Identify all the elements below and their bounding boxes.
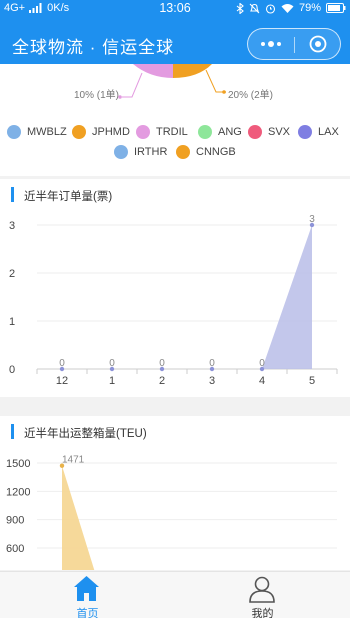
close-miniprogram-button[interactable] — [295, 29, 341, 59]
pie-slice-trdil — [133, 64, 173, 78]
legend-swatch — [136, 125, 150, 139]
orders-area-chart: 01230 0 0 0 0312 1 2 3 4 5 — [9, 214, 338, 387]
data-label: 1471 — [62, 455, 85, 466]
more-dot-icon — [261, 42, 265, 46]
x-tick-label: 5 — [309, 375, 315, 387]
data-label: 0 — [159, 358, 165, 369]
legend-swatch — [114, 145, 128, 159]
legend-item[interactable]: SVX — [248, 125, 290, 139]
data-label: 0 — [209, 358, 215, 369]
legend-swatch — [198, 125, 212, 139]
legend-swatch — [298, 125, 312, 139]
legend-item[interactable]: JPHMD — [72, 125, 130, 139]
pie-chart — [118, 64, 226, 99]
home-icon — [74, 576, 99, 601]
legend-label: CNNGB — [196, 146, 236, 158]
teu-chart-card: 近半年出运整箱量(TEU) 600 900 1200 1500 1471 — [0, 416, 350, 570]
legend-swatch — [176, 145, 190, 159]
y-tick-label: 600 — [6, 543, 24, 555]
pie-label-cnngb: 20% (2单) — [228, 90, 274, 101]
user-icon — [249, 576, 275, 603]
legend-item[interactable]: LAX — [298, 125, 339, 139]
wifi-icon — [281, 4, 294, 13]
data-label: 0 — [59, 358, 65, 369]
miniprogram-capsule — [247, 28, 341, 60]
page-title: 全球物流 · 信运全球 — [12, 38, 175, 57]
orders-chart-card: 近半年订单量(票) 0 1 2 3 0 0 0 0 0 3 12 1 2 3 4 5 — [0, 179, 350, 397]
legend-item[interactable]: CNNGB — [176, 145, 236, 159]
tab-mine[interactable]: 我的 — [175, 572, 350, 618]
tab-home[interactable]: 首页 — [0, 572, 175, 618]
y-tick-label: 1200 — [6, 486, 30, 498]
legend-label: LAX — [318, 126, 339, 138]
x-tick-label: 4 — [259, 375, 265, 387]
mute-bell-icon — [249, 3, 260, 13]
bluetooth-icon — [236, 2, 244, 14]
nav-bar: 全球物流 · 信运全球 — [0, 24, 350, 64]
status-bar: 4G+ 0K/s 13:06 79% — [0, 0, 350, 18]
legend-label: TRDIL — [156, 126, 188, 138]
alarm-icon — [265, 3, 276, 14]
x-tick-label: 12 — [56, 375, 68, 387]
legend-label: JPHMD — [92, 126, 130, 138]
legend-swatch — [72, 125, 86, 139]
data-label: 3 — [309, 214, 315, 225]
section-accent-bar — [11, 424, 14, 439]
y-tick-label: 1500 — [6, 458, 30, 470]
x-tick-label: 1 — [109, 375, 115, 387]
y-tick-label: 0 — [9, 364, 15, 376]
pie-label-line-trdil — [122, 72, 143, 98]
y-tick-label: 900 — [6, 515, 24, 527]
pie-label-line-cnngb — [205, 69, 226, 93]
legend-label: SVX — [268, 126, 291, 138]
pie-label-dot — [222, 90, 226, 94]
legend-label: MWBLZ — [27, 126, 67, 138]
y-tick-label: 1 — [9, 316, 15, 328]
legend-item[interactable]: ANG — [198, 125, 242, 139]
tab-home-label: 首页 — [76, 608, 99, 618]
pie-chart-card: 10% (1单) 20% (2单) MWBLZ JPHMD TRDIL ANG … — [0, 64, 350, 176]
section-title: 近半年出运整箱量(TEU) — [24, 428, 147, 440]
more-dot-icon — [277, 42, 281, 46]
legend-label: IRTHR — [134, 146, 168, 158]
data-label: 0 — [259, 358, 265, 369]
y-tick-label: 3 — [9, 220, 15, 232]
more-button[interactable] — [248, 29, 294, 59]
y-tick-label: 2 — [9, 268, 15, 280]
legend-swatch — [7, 125, 21, 139]
tab-mine-label: 我的 — [251, 608, 274, 618]
area-series — [62, 225, 312, 369]
x-tick-label: 2 — [159, 375, 165, 387]
battery-icon — [326, 3, 346, 13]
tab-bar: 首页 我的 — [0, 571, 350, 618]
x-tick-label: 3 — [209, 375, 215, 387]
legend-item[interactable]: TRDIL — [136, 125, 188, 139]
battery-percent: 79% — [298, 2, 321, 14]
legend-item[interactable]: MWBLZ — [7, 125, 67, 139]
legend-item[interactable]: IRTHR — [114, 145, 167, 159]
legend-swatch — [248, 125, 262, 139]
teu-area-chart: 600 900 1200 1500 1471 — [6, 455, 337, 570]
data-label: 0 — [109, 358, 115, 369]
area-series — [62, 465, 95, 570]
more-dot-icon — [268, 41, 274, 47]
pie-label-trdil: 10% (1单) — [74, 90, 120, 101]
target-close-icon — [309, 35, 327, 53]
legend-label: ANG — [218, 126, 242, 138]
